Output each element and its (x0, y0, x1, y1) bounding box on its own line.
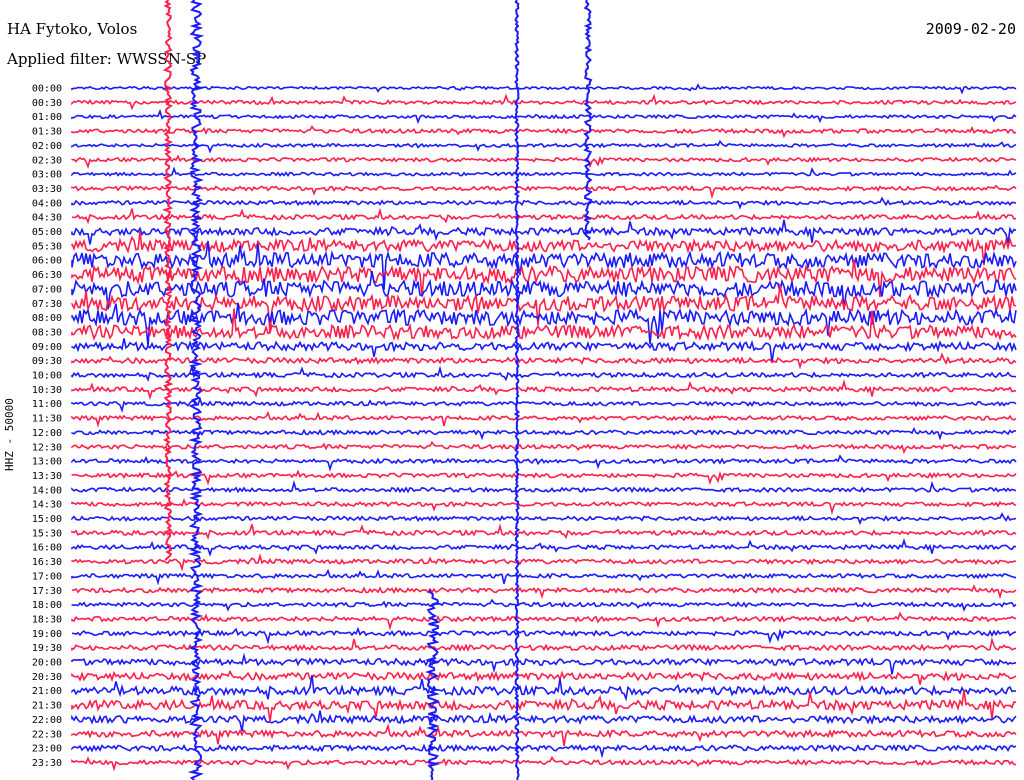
time-label-0600: 06:00 (32, 256, 62, 267)
trace-row-1500 (71, 512, 1017, 526)
trace-row-1900 (71, 626, 1017, 645)
trace-row-1200 (71, 426, 1016, 441)
trace-row-1430 (71, 498, 1017, 516)
time-label-2000: 20:00 (32, 658, 62, 669)
time-label-0330: 03:30 (32, 184, 62, 195)
time-label-0930: 09:30 (32, 356, 62, 367)
time-label-2300: 23:00 (32, 744, 62, 755)
trace-row-2000 (71, 652, 1017, 675)
trace-row-2300 (71, 743, 1017, 759)
time-label-2230: 22:30 (32, 729, 62, 740)
time-label-0800: 08:00 (32, 313, 62, 324)
trace-row-1400 (71, 479, 1017, 494)
time-label-2200: 22:00 (32, 715, 62, 726)
trace-row-0400 (71, 196, 1017, 210)
trace-row-1600 (71, 537, 1017, 558)
trace-row-0930 (71, 352, 1017, 370)
time-label-2130: 21:30 (32, 701, 62, 712)
trace-row-2200 (71, 710, 1017, 732)
trace-row-0630 (71, 259, 1017, 298)
trace-row-2330 (71, 755, 1016, 772)
trace-row-2230 (71, 722, 1017, 747)
trace-row-0900 (71, 338, 1017, 363)
trace-row-1330 (71, 469, 1017, 486)
trace-row-1230 (71, 440, 1017, 454)
time-label-0900: 09:00 (32, 342, 62, 353)
trace-row-1000 (71, 365, 1017, 382)
trace-row-1530 (71, 523, 1017, 540)
time-label-0300: 03:00 (32, 170, 62, 181)
trace-row-1930 (71, 636, 1017, 653)
time-label-1730: 17:30 (32, 586, 62, 597)
time-label-1930: 19:30 (32, 643, 62, 654)
trace-row-1130 (71, 410, 1017, 428)
trace-row-0200 (71, 139, 1017, 154)
time-label-0500: 05:00 (32, 227, 62, 238)
time-label-1400: 14:00 (32, 485, 62, 496)
trace-row-0430 (71, 207, 1017, 225)
time-label-0830: 08:30 (32, 327, 62, 338)
time-label-1000: 10:00 (32, 371, 62, 382)
trace-row-0330 (71, 184, 1017, 200)
time-label-0530: 05:30 (32, 241, 62, 252)
trace-row-0130 (71, 125, 1017, 139)
trace-row-2100 (71, 675, 1017, 702)
time-label-2330: 23:30 (32, 758, 62, 769)
trace-group (71, 0, 1017, 780)
trace-row-1800 (71, 598, 1017, 612)
time-label-1300: 13:00 (32, 457, 62, 468)
time-label-0430: 04:30 (32, 213, 62, 224)
trace-row-1730 (71, 584, 1017, 600)
time-label-1030: 10:30 (32, 385, 62, 396)
time-label-1500: 15:00 (32, 514, 62, 525)
time-label-0200: 02:00 (32, 141, 62, 152)
time-label-2100: 21:00 (32, 686, 62, 697)
time-label-0400: 04:00 (32, 198, 62, 209)
time-label-2030: 20:30 (32, 672, 62, 683)
trace-row-0300 (71, 166, 1017, 178)
trace-row-1630 (71, 553, 1017, 572)
time-label-1600: 16:00 (32, 543, 62, 554)
trace-row-0500 (71, 219, 1017, 245)
trace-row-1030 (71, 379, 1016, 401)
time-label-1130: 11:30 (32, 414, 62, 425)
trace-row-1300 (71, 454, 1017, 472)
time-label-0000: 00:00 (32, 84, 62, 95)
trace-row-0230 (71, 154, 1017, 169)
trace-row-0000 (71, 83, 1017, 95)
time-label-0130: 01:30 (32, 127, 62, 138)
time-label-0030: 00:30 (32, 98, 62, 109)
time-label-0630: 06:30 (32, 270, 62, 281)
time-label-1830: 18:30 (32, 614, 62, 625)
trace-row-1100 (71, 396, 1017, 413)
trace-row-0030 (71, 93, 1017, 111)
time-label-1530: 15:30 (32, 528, 62, 539)
time-label-1330: 13:30 (32, 471, 62, 482)
time-label-1230: 12:30 (32, 442, 62, 453)
time-label-1800: 18:00 (32, 600, 62, 611)
time-label-0100: 01:00 (32, 112, 62, 123)
time-label-0730: 07:30 (32, 299, 62, 310)
time-label-0700: 07:00 (32, 284, 62, 295)
trace-row-2030 (71, 669, 1017, 685)
time-label-1700: 17:00 (32, 571, 62, 582)
time-label-0230: 02:30 (32, 155, 62, 166)
trace-row-1700 (71, 568, 1017, 586)
time-axis-labels: 00:00 00:30 01:00 01:30 02:00 02:30 03:00 03:30… (32, 84, 62, 769)
time-label-1630: 16:30 (32, 557, 62, 568)
trace-row-1830 (71, 611, 1017, 631)
time-label-1430: 14:30 (32, 500, 62, 511)
time-label-1200: 12:00 (32, 428, 62, 439)
time-label-1100: 11:00 (32, 399, 62, 410)
trace-row-0100 (71, 108, 1017, 125)
time-label-1900: 19:00 (32, 629, 62, 640)
helicorder-plot: 00:00 00:30 01:00 01:30 02:00 02:30 03:00 03:30… (32, 0, 1017, 780)
